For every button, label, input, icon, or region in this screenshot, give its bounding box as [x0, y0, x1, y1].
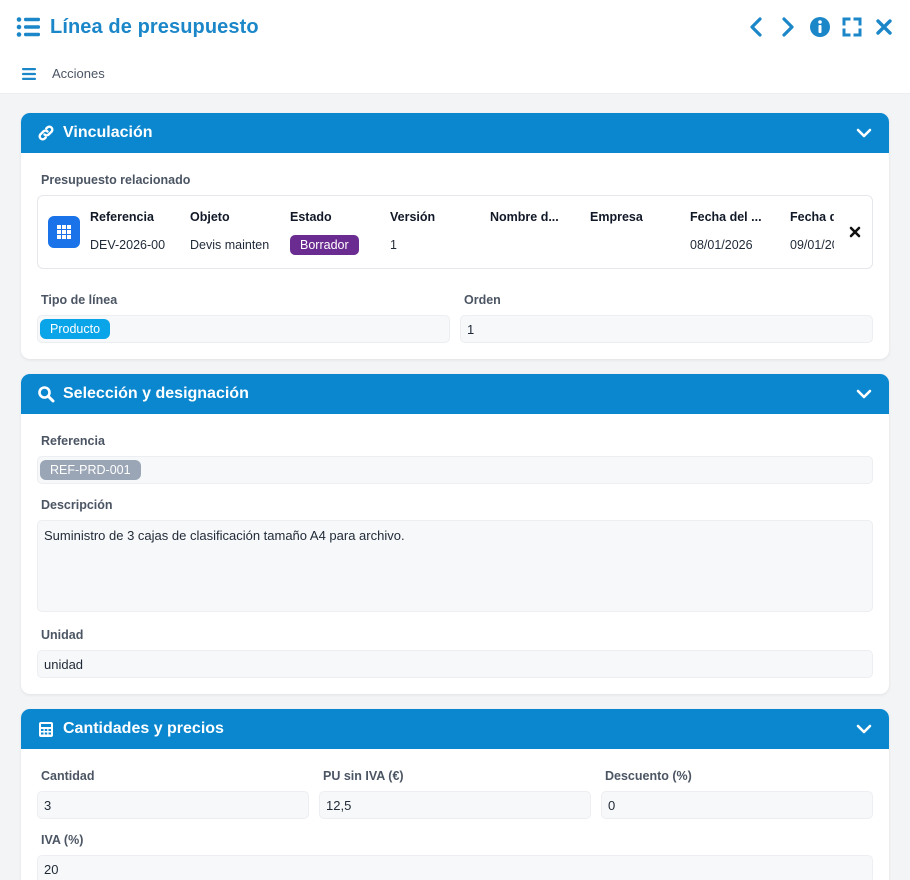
info-icon[interactable]: [808, 15, 832, 39]
column-value: DEV-2026-00: [90, 237, 166, 252]
page-title: Línea de presupuesto: [50, 15, 259, 38]
column-header: Estado: [290, 209, 332, 224]
title-bar: Línea de presupuesto: [0, 0, 910, 54]
column-value: Borrador: [290, 234, 382, 255]
column-value: 08/01/2026: [690, 237, 753, 252]
descripcion-label: Descripción: [41, 498, 113, 512]
section-title: Vinculación: [63, 124, 153, 141]
fullscreen-icon[interactable]: [840, 15, 864, 39]
budget-line-window: Línea de presupuesto Acciones Vinculació…: [0, 0, 910, 880]
content-area: Vinculación Presupuesto relacionado Refe…: [0, 94, 910, 880]
chevron-down-icon[interactable]: [855, 385, 873, 403]
list-icon: [16, 15, 40, 39]
descuento-field[interactable]: 0: [601, 791, 873, 819]
column-header: Nombre d...: [490, 209, 559, 224]
iva-label: IVA (%): [41, 833, 84, 847]
related-col-fecha1: Fecha del ... 08/01/2026: [690, 210, 790, 255]
grid-icon: [48, 216, 80, 248]
next-chevron-icon[interactable]: [776, 15, 800, 39]
section-seleccion: Selección y designación Referencia REF-P…: [21, 374, 889, 694]
related-col-empresa: Empresa: [590, 210, 690, 255]
pu-label: PU sin IVA (€): [323, 769, 404, 783]
section-header-vinculacion[interactable]: Vinculación: [21, 113, 889, 153]
column-value: 09/01/2026: [790, 237, 834, 252]
quantity-price-row: Cantidad 3 PU sin IVA (€) 12,5 Descuento…: [37, 763, 873, 819]
actions-bar: Acciones: [0, 54, 910, 94]
cantidad-field-group: Cantidad 3: [37, 763, 309, 819]
type-order-row: Tipo de línea Producto Orden 1: [37, 287, 873, 343]
orden-label: Orden: [464, 293, 501, 307]
close-icon[interactable]: [872, 15, 896, 39]
section-body: Presupuesto relacionado Referencia DEV-2…: [21, 153, 889, 359]
cantidad-field[interactable]: 3: [37, 791, 309, 819]
related-col-objeto: Objeto Devis mainten: [190, 210, 290, 255]
column-header: Empresa: [590, 209, 643, 224]
product-tag: Producto: [40, 319, 111, 339]
related-col-version: Versión 1: [390, 210, 490, 255]
pu-field-group: PU sin IVA (€) 12,5: [319, 763, 591, 819]
descuento-field-group: Descuento (%) 0: [601, 763, 873, 819]
column-value: [590, 235, 682, 255]
section-header-seleccion[interactable]: Selección y designación: [21, 374, 889, 414]
unidad-label: Unidad: [41, 628, 84, 642]
column-header: Fecha de: [790, 209, 834, 224]
cantidad-label: Cantidad: [41, 769, 95, 783]
descripcion-field[interactable]: Suministro de 3 cajas de clasificación t…: [37, 520, 873, 612]
section-title: Cantidades y precios: [63, 720, 224, 737]
column-value: 1: [390, 237, 397, 252]
descuento-label: Descuento (%): [605, 769, 692, 783]
unidad-field[interactable]: unidad: [37, 650, 873, 678]
section-title: Selección y designación: [63, 385, 249, 402]
related-budget-card[interactable]: Referencia DEV-2026-00 Objeto Devis main…: [37, 195, 873, 269]
orden-field-group: Orden 1: [460, 287, 873, 343]
related-col-estado: Estado Borrador: [290, 210, 390, 255]
section-header-cantidades[interactable]: Cantidades y precios: [21, 709, 889, 749]
tipo-label: Tipo de línea: [41, 293, 118, 307]
related-col-referencia: Referencia DEV-2026-00: [90, 210, 190, 255]
link-icon: [37, 124, 55, 142]
section-cantidades: Cantidades y precios Cantidad 3 PU sin I…: [21, 709, 889, 880]
related-columns: Referencia DEV-2026-00 Objeto Devis main…: [90, 210, 834, 255]
related-col-fecha2: Fecha de 09/01/2026: [790, 210, 834, 255]
related-col-nombre: Nombre d...: [490, 210, 590, 255]
tipo-field[interactable]: Producto: [37, 315, 450, 343]
section-body: Cantidad 3 PU sin IVA (€) 12,5 Descuento…: [21, 749, 889, 880]
column-header: Referencia: [90, 209, 154, 224]
related-budget-label: Presupuesto relacionado: [41, 173, 191, 187]
pu-field[interactable]: 12,5: [319, 791, 591, 819]
window-actions: [744, 15, 896, 39]
calculator-icon: [37, 720, 55, 738]
previous-chevron-icon[interactable]: [744, 15, 768, 39]
referencia-label: Referencia: [41, 434, 105, 448]
chevron-down-icon[interactable]: [855, 124, 873, 142]
status-badge: Borrador: [290, 234, 359, 255]
column-header: Objeto: [190, 209, 230, 224]
search-icon: [37, 385, 55, 403]
column-header: Versión: [390, 209, 436, 224]
tipo-field-group: Tipo de línea Producto: [37, 287, 450, 343]
remove-related-close-icon[interactable]: [846, 223, 864, 241]
column-value: [490, 235, 582, 255]
column-header: Fecha del ...: [690, 209, 762, 224]
section-vinculacion: Vinculación Presupuesto relacionado Refe…: [21, 113, 889, 359]
section-body: Referencia REF-PRD-001 Descripción Sumin…: [21, 414, 889, 694]
referencia-field[interactable]: REF-PRD-001: [37, 456, 873, 484]
actions-menu-label[interactable]: Acciones: [52, 66, 105, 81]
reference-tag: REF-PRD-001: [40, 460, 141, 480]
column-value: Devis mainten: [190, 237, 270, 252]
iva-field[interactable]: 20: [37, 855, 873, 880]
orden-field[interactable]: 1: [460, 315, 873, 343]
chevron-down-icon[interactable]: [855, 720, 873, 738]
menu-icon[interactable]: [22, 67, 36, 80]
